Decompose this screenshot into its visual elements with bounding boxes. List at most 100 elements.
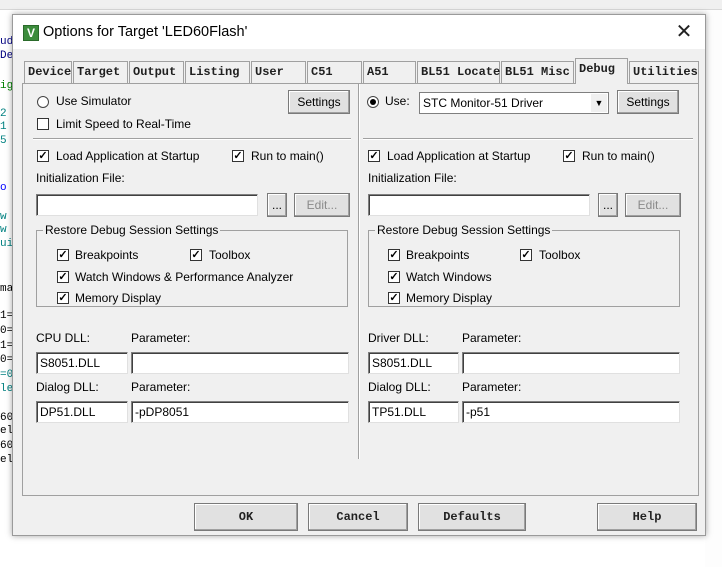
tab-bl51-locate[interactable]: BL51 Locate — [417, 61, 500, 83]
right-dialog-param-label: Parameter: — [462, 380, 522, 394]
right-load-app-checkbox[interactable]: ✓ — [368, 150, 380, 162]
driver-param-label: Parameter: — [462, 331, 522, 345]
use-simulator-label: Use Simulator — [56, 94, 132, 108]
editor-code-line: w — [0, 224, 7, 236]
right-restore-group-title: Restore Debug Session Settings — [375, 223, 553, 237]
left-dialog-param-label: Parameter: — [131, 380, 191, 394]
editor-right-edge — [705, 10, 722, 567]
editor-code-line: ma — [0, 283, 12, 295]
right-dialog-param-input[interactable]: -p51 — [462, 401, 680, 423]
editor-code-line: 1 — [0, 121, 7, 133]
editor-code-line: 0= — [0, 354, 12, 366]
left-separator — [33, 138, 351, 140]
editor-code-line: el — [0, 454, 12, 466]
dialog-titlebar: V Options for Target 'LED60Flash' ✕ — [13, 15, 705, 49]
editor-code-line: De — [0, 50, 12, 62]
driver-select[interactable]: STC Monitor-51 Driver ▼ — [419, 92, 609, 114]
editor-code-line: el — [0, 425, 12, 437]
left-dialog-dll-label: Dialog DLL: — [36, 380, 99, 394]
right-edit-button[interactable]: Edit... — [625, 193, 681, 217]
right-dialog-dll-input[interactable]: TP51.DLL — [368, 401, 459, 423]
close-icon[interactable]: ✕ — [667, 19, 701, 45]
editor-code-line: 1= — [0, 340, 12, 352]
editor-code-line: 60 — [0, 440, 12, 452]
tab-device[interactable]: Device — [24, 61, 72, 83]
right-memory-display-checkbox[interactable]: ✓ — [388, 292, 400, 304]
dialog-title: Options for Target 'LED60Flash' — [43, 24, 248, 40]
tab-c51[interactable]: C51 — [307, 61, 362, 83]
left-toolbox-checkbox[interactable]: ✓ — [190, 249, 202, 261]
cpu-param-label: Parameter: — [131, 331, 191, 345]
tab-listing[interactable]: Listing — [185, 61, 250, 83]
right-watch-windows-checkbox[interactable]: ✓ — [388, 271, 400, 283]
right-separator — [363, 138, 693, 140]
cpu-param-input[interactable] — [131, 352, 349, 374]
left-restore-group: Restore Debug Session Settings ✓ Breakpo… — [36, 223, 348, 307]
right-toolbox-label: Toolbox — [539, 248, 581, 262]
editor-code-gutter: ud De ig 2 1 5 o w w ui ma 1= 0= 1= 0= =0 le 60 el 60 el — [0, 10, 12, 567]
driver-dll-label: Driver DLL: — [368, 331, 429, 345]
tab-bl51-misc[interactable]: BL51 Misc — [501, 61, 574, 83]
driver-dll-input[interactable]: S8051.DLL — [368, 352, 459, 374]
left-run-to-main-label: Run to main() — [251, 149, 324, 163]
left-memory-display-label: Memory Display — [75, 291, 162, 305]
editor-code-line: 1= — [0, 310, 12, 322]
simulator-settings-button[interactable]: Settings — [288, 90, 350, 114]
use-driver-label: Use: — [385, 94, 410, 108]
right-breakpoints-checkbox[interactable]: ✓ — [388, 249, 400, 261]
tab-output[interactable]: Output — [129, 61, 184, 83]
use-driver-radio[interactable] — [367, 96, 379, 108]
left-edit-button[interactable]: Edit... — [294, 193, 350, 217]
right-load-app-label: Load Application at Startup — [387, 149, 531, 163]
right-browse-button[interactable]: ... — [598, 193, 618, 217]
left-run-to-main-checkbox[interactable]: ✓ — [232, 150, 244, 162]
tab-a51[interactable]: A51 — [363, 61, 416, 83]
left-dialog-dll-input[interactable]: DP51.DLL — [36, 401, 128, 423]
tab-utilities[interactable]: Utilities — [629, 61, 699, 83]
right-run-to-main-label: Run to main() — [582, 149, 655, 163]
left-load-app-checkbox[interactable]: ✓ — [37, 150, 49, 162]
defaults-button[interactable]: Defaults — [418, 503, 526, 531]
left-breakpoints-label: Breakpoints — [75, 248, 139, 262]
tab-target[interactable]: Target — [73, 61, 128, 83]
left-breakpoints-checkbox[interactable]: ✓ — [57, 249, 69, 261]
chevron-down-icon[interactable]: ▼ — [591, 94, 607, 112]
editor-code-line: ui — [0, 238, 12, 250]
driver-settings-button[interactable]: Settings — [617, 90, 679, 114]
left-restore-group-title: Restore Debug Session Settings — [43, 223, 221, 237]
editor-code-line: w — [0, 211, 7, 223]
left-browse-button[interactable]: ... — [267, 193, 287, 217]
editor-code-line: =0 — [0, 369, 12, 381]
right-restore-group: Restore Debug Session Settings ✓ Breakpo… — [368, 223, 680, 307]
right-run-to-main-checkbox[interactable]: ✓ — [563, 150, 575, 162]
tab-user[interactable]: User — [251, 61, 306, 83]
driver-param-input[interactable] — [462, 352, 680, 374]
right-toolbox-checkbox[interactable]: ✓ — [520, 249, 532, 261]
right-breakpoints-label: Breakpoints — [406, 248, 470, 262]
left-watch-windows-label: Watch Windows & Performance Analyzer — [75, 270, 294, 284]
use-simulator-radio[interactable] — [37, 96, 49, 108]
editor-code-line: le — [0, 383, 12, 395]
editor-code-line: 5 — [0, 135, 7, 147]
left-watch-windows-checkbox[interactable]: ✓ — [57, 271, 69, 283]
left-toolbox-label: Toolbox — [209, 248, 251, 262]
editor-code-line: ig — [0, 80, 12, 92]
left-init-file-input[interactable] — [36, 194, 258, 216]
editor-code-line: 2 — [0, 108, 7, 120]
help-button[interactable]: Help — [597, 503, 697, 531]
driver-select-value: STC Monitor-51 Driver — [423, 96, 544, 110]
limit-speed-label: Limit Speed to Real-Time — [56, 117, 191, 131]
left-dialog-param-input[interactable]: -pDP8051 — [131, 401, 349, 423]
ok-button[interactable]: OK — [194, 503, 298, 531]
left-memory-display-checkbox[interactable]: ✓ — [57, 292, 69, 304]
right-dialog-dll-label: Dialog DLL: — [368, 380, 431, 394]
limit-speed-checkbox[interactable] — [37, 118, 49, 130]
cpu-dll-input[interactable]: S8051.DLL — [36, 352, 128, 374]
right-init-file-input[interactable] — [368, 194, 590, 216]
right-init-file-label: Initialization File: — [368, 171, 457, 185]
left-load-app-label: Load Application at Startup — [56, 149, 200, 163]
right-memory-display-label: Memory Display — [406, 291, 493, 305]
cancel-button[interactable]: Cancel — [308, 503, 408, 531]
options-dialog: V Options for Target 'LED60Flash' ✕ Devi… — [12, 14, 706, 536]
tab-debug[interactable]: Debug — [575, 58, 628, 84]
